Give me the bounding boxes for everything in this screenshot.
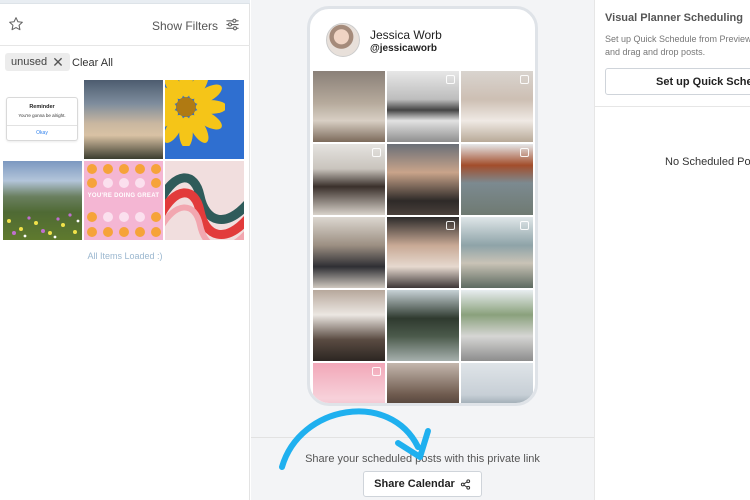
share-calendar-section: Share your scheduled posts with this pri… [251,437,594,500]
filters-icon[interactable] [225,17,240,32]
avatar [326,23,360,57]
reminder-title: Reminder [29,104,55,110]
phone-preview: Jessica Worb @jessicaworb [307,6,538,406]
select-checkbox[interactable] [520,75,529,84]
scheduling-description: Set up Quick Schedule from Preview feed,… [605,34,750,57]
reminder-card: Reminder You're gonna be alright. Okay [6,97,78,141]
feed-post[interactable] [387,217,459,288]
select-checkbox[interactable] [372,367,381,376]
select-checkbox[interactable] [446,75,455,84]
select-checkbox[interactable] [520,148,529,157]
reminder-okay: Okay [36,130,48,136]
media-item-doing-great[interactable]: YOU'RE DOING GREAT [84,161,163,240]
feed-post[interactable] [313,363,385,403]
feed-post[interactable] [461,71,533,142]
select-checkbox[interactable] [520,221,529,230]
feed-post[interactable] [461,363,533,403]
media-item-reminder[interactable]: Reminder You're gonna be alright. Okay [3,80,82,159]
share-calendar-label: Share Calendar [374,478,455,490]
smiley-pattern [87,164,161,237]
filter-chip-unused[interactable]: unused ✕ [5,53,70,71]
wave-graphic [165,173,244,240]
feed-post[interactable] [313,71,385,142]
feed-post[interactable] [313,144,385,215]
divider [595,106,750,107]
close-icon[interactable]: ✕ [52,53,64,71]
profile-name: Jessica Worb [370,28,442,42]
share-icon [460,478,470,490]
media-item-lake[interactable] [84,80,163,159]
feed-post[interactable] [387,290,459,361]
feed-post[interactable] [313,217,385,288]
reminder-body: You're gonna be alright. [18,113,66,118]
media-library-panel: Show Filters unused ✕ Clear All Reminder… [0,0,250,500]
clear-all-button[interactable]: Clear All [72,57,113,69]
top-strip [0,0,250,4]
filter-chip-label: unused [11,56,48,68]
no-scheduled-posts-message: No Scheduled Posts [665,156,750,168]
media-item-wave-graphic[interactable] [165,161,244,240]
all-items-loaded-status: All Items Loaded :) [87,251,163,261]
active-filters: unused ✕ Clear All [0,47,250,77]
select-checkbox[interactable] [446,221,455,230]
show-filters-button[interactable]: Show Filters [152,19,218,33]
feed-post[interactable] [461,217,533,288]
share-calendar-button[interactable]: Share Calendar [363,471,482,497]
feed-post[interactable] [313,290,385,361]
preview-panel: Jessica Worb @jessicaworb Share your sch… [251,0,594,500]
star-icon[interactable] [8,16,24,32]
feed-post[interactable] [387,144,459,215]
select-checkbox[interactable] [372,148,381,157]
scheduling-panel: Visual Planner Scheduling Set up Quick S… [594,0,750,500]
feed-post[interactable] [461,144,533,215]
quick-schedule-button[interactable]: Set up Quick Schedule [605,68,750,95]
media-item-sunflower[interactable] [165,80,244,159]
graphic-caption: YOU'RE DOING GREAT [87,193,160,199]
feed-post[interactable] [387,363,459,403]
share-description: Share your scheduled posts with this pri… [305,453,540,465]
reminder-divider [7,125,77,126]
profile-handle: @jessicaworb [370,43,438,54]
library-header: Show Filters [0,6,250,46]
scheduling-title: Visual Planner Scheduling [605,12,743,24]
sunflower-image [165,80,225,146]
wildflowers-image [7,213,80,239]
feed-post[interactable] [387,71,459,142]
feed-post[interactable] [461,290,533,361]
media-item-wildflowers[interactable] [3,161,82,240]
